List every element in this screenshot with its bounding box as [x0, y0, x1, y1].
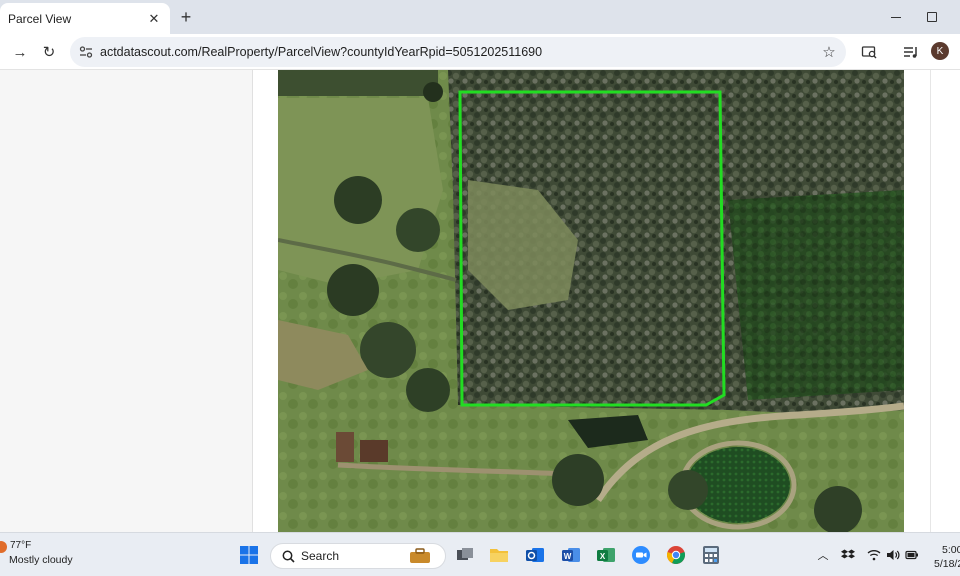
outlook-icon[interactable]	[524, 544, 546, 566]
media-queue-icon[interactable]	[900, 41, 922, 63]
minimize-icon[interactable]	[886, 7, 906, 27]
excel-icon[interactable]: X	[595, 544, 617, 566]
clock-time[interactable]: 5:00	[942, 544, 960, 556]
battery-icon[interactable]	[905, 548, 919, 562]
site-settings-icon[interactable]	[76, 42, 96, 62]
svg-text:W: W	[564, 552, 572, 561]
taskbar-search-box[interactable]: Search	[270, 543, 446, 569]
dropbox-icon[interactable]	[841, 548, 855, 562]
search-label: Search	[301, 549, 340, 563]
maximize-icon[interactable]	[922, 7, 942, 27]
tab-parcel-view[interactable]: Parcel View ✕	[0, 3, 170, 34]
briefcase-icon	[407, 546, 433, 566]
browser-toolbar: → ↻ actdatascout.com/RealProperty/Parcel…	[0, 34, 960, 70]
task-view-icon[interactable]	[454, 544, 476, 566]
taskbar: 77°F Mostly cloudy Search W X ︿ 5:00 5/1…	[0, 532, 960, 576]
url-text[interactable]: actdatascout.com/RealProperty/ParcelView…	[100, 45, 818, 59]
forward-icon[interactable]: →	[8, 40, 32, 64]
volume-icon[interactable]	[886, 548, 900, 562]
search-icon	[279, 547, 297, 565]
chevron-up-icon[interactable]: ︿	[816, 548, 830, 562]
close-icon[interactable]: ✕	[146, 11, 162, 27]
tab-strip: Parcel View ✕ +	[0, 0, 960, 34]
divider	[930, 70, 931, 532]
weather-desc: Mostly cloudy	[9, 554, 73, 566]
page-content	[0, 70, 960, 532]
svg-text:X: X	[600, 552, 606, 561]
weather-temp: 77°F	[10, 540, 32, 551]
new-tab-icon[interactable]: +	[176, 7, 196, 27]
calculator-icon[interactable]	[700, 544, 722, 566]
chrome-icon[interactable]	[665, 544, 687, 566]
reload-icon[interactable]: ↻	[37, 40, 61, 64]
file-explorer-icon[interactable]	[488, 544, 510, 566]
aerial-map[interactable]	[278, 70, 904, 532]
bookmark-star-icon[interactable]: ☆	[818, 41, 840, 63]
clock-date[interactable]: 5/18/2	[934, 558, 960, 570]
address-bar[interactable]: actdatascout.com/RealProperty/ParcelView…	[70, 37, 846, 67]
divider	[252, 70, 253, 532]
profile-avatar[interactable]: K	[931, 42, 949, 60]
zoom-icon[interactable]	[630, 544, 652, 566]
weather-widget[interactable]: 77°F Mostly cloudy	[0, 539, 90, 571]
wifi-icon[interactable]	[867, 548, 881, 562]
windows-start-icon[interactable]	[238, 544, 260, 566]
lens-search-icon[interactable]	[858, 41, 880, 63]
word-icon[interactable]: W	[560, 544, 582, 566]
left-margin	[0, 70, 252, 532]
tab-title: Parcel View	[8, 11, 72, 26]
weather-icon	[0, 541, 7, 553]
